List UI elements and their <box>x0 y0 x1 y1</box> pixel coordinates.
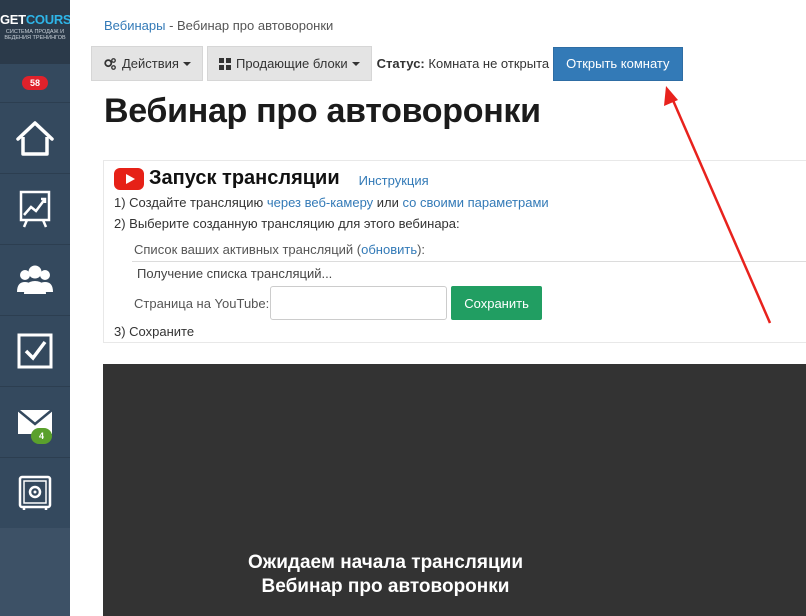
logo-title: GETCOURSE <box>0 12 70 27</box>
instruction-link[interactable]: Инструкция <box>359 173 429 188</box>
active-streams-label: Список ваших активных трансляций (обнови… <box>134 242 425 257</box>
arrow-head <box>664 86 678 106</box>
status-label: Статус: <box>376 56 425 71</box>
youtube-icon <box>114 167 144 190</box>
page-title: Вебинар про автоворонки <box>104 92 541 130</box>
step-1: 1) Создайте трансляцию через веб-камеру … <box>114 195 549 210</box>
gears-icon <box>104 57 116 70</box>
logo-subtitle: СИСТЕМА ПРОДАЖ И ВЕДЕНИЯ ТРЕНИНГОВ <box>4 29 66 41</box>
selling-blocks-dropdown-button[interactable]: Продающие блоки <box>206 46 372 81</box>
status-value: Комната не открыта <box>428 56 550 71</box>
youtube-page-input[interactable] <box>270 286 448 320</box>
webcam-stream-link[interactable]: через веб-камеру <box>267 195 373 210</box>
youtube-page-row: Страница на YouTube: Сохранить <box>134 286 542 320</box>
sidebar-item-users[interactable] <box>0 244 70 315</box>
actions-label: Действия <box>122 56 179 71</box>
active-streams-list[interactable]: Получение списка трансляций... <box>132 261 806 287</box>
stream-title: Запуск трансляции <box>149 167 340 189</box>
youtube-page-label: Страница на YouTube: <box>134 295 270 311</box>
safe-icon <box>18 475 52 510</box>
loading-text: Получение списка трансляций... <box>137 266 333 281</box>
sidebar: GETCOURSE СИСТЕМА ПРОДАЖ И ВЕДЕНИЯ ТРЕНИ… <box>0 0 70 616</box>
toolbar: Действия Продающие блоки Статус: Комната… <box>91 46 683 81</box>
waiting-message: Ожидаем начала трансляции <box>247 552 523 573</box>
sidebar-footer <box>0 528 70 616</box>
step-3: 3) Сохраните <box>114 324 195 339</box>
breadcrumb-current: Вебинар про автоворонки <box>177 18 334 33</box>
stream-header: Запуск трансляции Инструкция <box>114 167 429 190</box>
sidebar-item-tasks[interactable] <box>0 315 70 386</box>
selling-blocks-label: Продающие блоки <box>235 56 348 71</box>
getcourse-logo[interactable]: GETCOURSE СИСТЕМА ПРОДАЖ И ВЕДЕНИЯ ТРЕНИ… <box>0 0 70 64</box>
breadcrumb-webinars-link[interactable]: Вебинары <box>104 18 165 33</box>
chevron-down-icon <box>182 61 191 66</box>
actions-dropdown-button[interactable]: Действия <box>91 46 203 81</box>
sidebar-item-safe[interactable] <box>0 457 70 528</box>
step-1-text: 1) Создайте трансляцию <box>114 195 267 210</box>
home-icon <box>16 121 54 156</box>
stream-setup-panel: Запуск трансляции Инструкция 1) Создайте… <box>103 160 806 343</box>
open-room-button[interactable]: Открыть комнату <box>553 46 683 81</box>
step-1-or: или <box>373 195 403 210</box>
refresh-link[interactable]: обновить <box>361 242 417 257</box>
messages-badge: 4 <box>31 428 53 444</box>
chevron-down-icon <box>351 61 360 66</box>
breadcrumb: Вебинары - Вебинар про автоворонки <box>104 18 333 33</box>
video-player[interactable]: Ожидаем начала трансляции Вебинар про ав… <box>103 364 806 616</box>
sidebar-item-messages[interactable]: 4 <box>0 386 70 457</box>
grid-icon <box>218 57 231 70</box>
chart-board-icon <box>19 190 51 228</box>
checkbox-icon <box>17 333 53 369</box>
custom-params-link[interactable]: со своими параметрами <box>403 195 549 210</box>
sidebar-item-training[interactable] <box>0 173 70 244</box>
video-webinar-title: Вебинар про автоворонки <box>261 576 510 597</box>
active-streams-suffix: ): <box>417 242 426 257</box>
save-button[interactable]: Сохранить <box>451 286 542 320</box>
sidebar-item-home[interactable] <box>0 102 70 173</box>
users-icon <box>17 265 53 294</box>
notifications[interactable]: 58 <box>0 64 70 102</box>
room-status: Статус: Комната не открыта <box>377 56 550 71</box>
notifications-badge[interactable]: 58 <box>22 76 48 90</box>
active-streams-text: Список ваших активных трансляций ( <box>134 242 362 257</box>
step-2: 2) Выберите созданную трансляцию для это… <box>114 216 460 231</box>
breadcrumb-separator: - <box>165 18 178 33</box>
